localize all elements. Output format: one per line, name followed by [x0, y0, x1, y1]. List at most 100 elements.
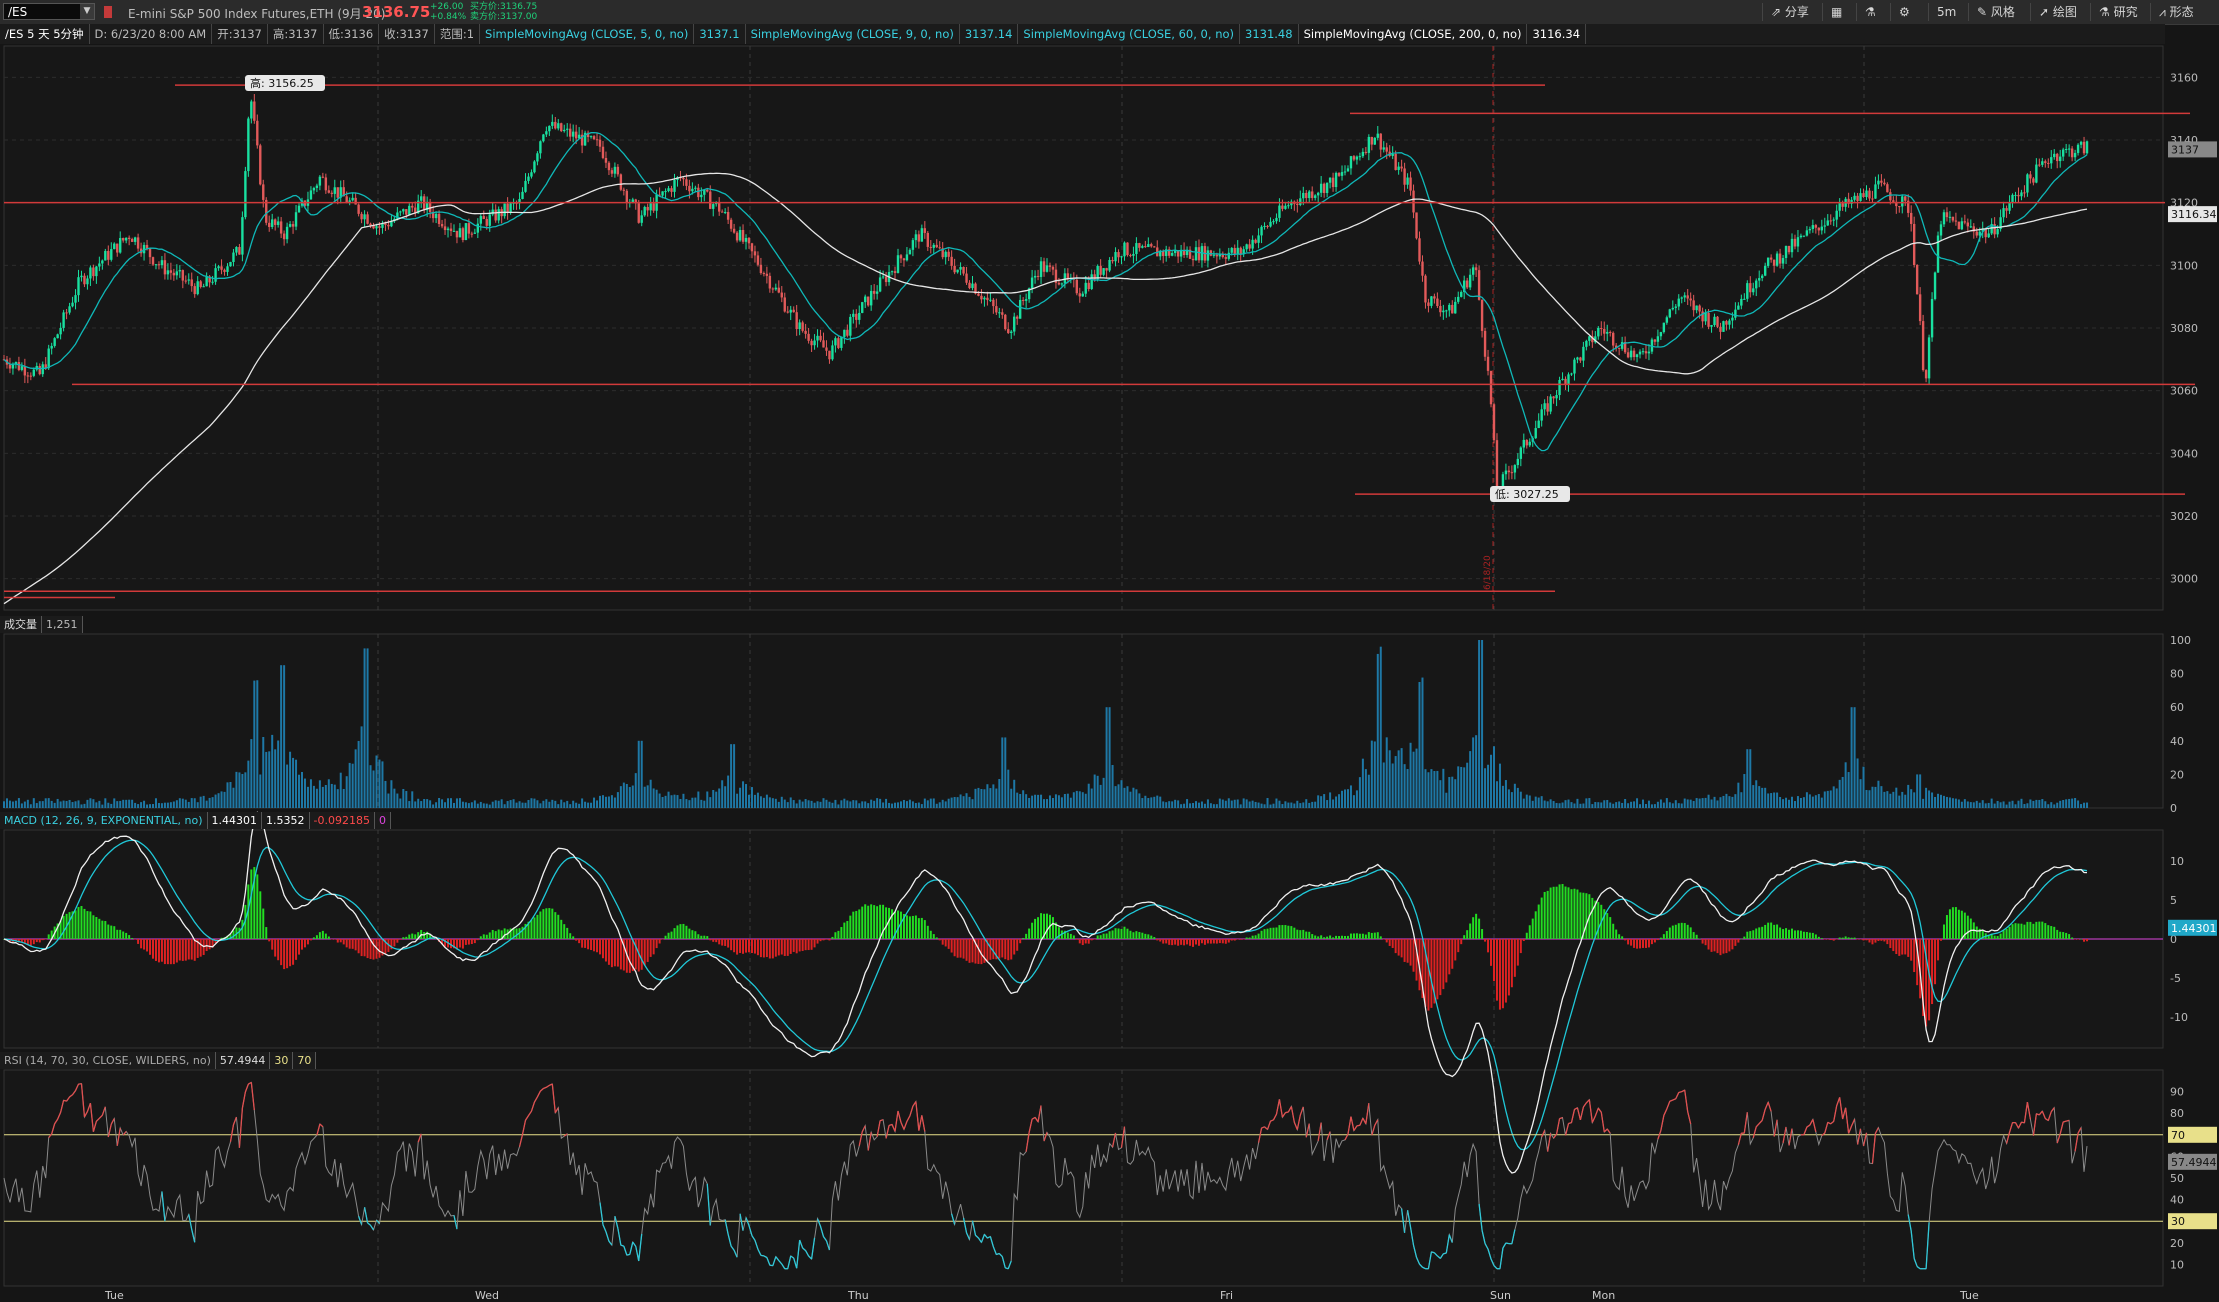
macd-histogram-bar [1469, 923, 1472, 939]
macd-histogram-bar [113, 926, 116, 939]
rsi-tick-label: 90 [2170, 1086, 2184, 1099]
volume-bar [512, 799, 515, 808]
candle-body [1528, 441, 1531, 446]
volume-bar [1525, 794, 1528, 808]
volume-bar [253, 680, 256, 808]
macd-histogram-bar [2068, 934, 2071, 939]
candle-body [810, 340, 813, 346]
candle-body [1266, 225, 1269, 227]
candle-body [1728, 320, 1731, 325]
candle-body [1677, 298, 1680, 307]
candle-body [744, 237, 748, 242]
candle-body [375, 226, 378, 229]
candle-body [1859, 193, 1862, 201]
macd-histogram-bar [1871, 939, 1874, 945]
macd-histogram-bar [1203, 939, 1206, 945]
volume-tick-label: 60 [2170, 701, 2184, 714]
macd-histogram-bar [1534, 911, 1537, 939]
volume-bar [1081, 792, 1084, 808]
candle-body [1710, 325, 1713, 327]
macd-histogram-bar [405, 936, 408, 939]
macd-histogram-bar [1326, 936, 1329, 939]
volume-bar [1558, 803, 1561, 808]
candle-body [1081, 293, 1084, 297]
volume-bar [56, 798, 59, 808]
rsi-extreme-segment [620, 1244, 625, 1247]
candle-body [616, 166, 620, 175]
candle-body [723, 212, 727, 214]
volume-bar [1192, 802, 1195, 808]
macd-histogram-bar [1773, 924, 1776, 939]
macd-histogram-bar [193, 939, 196, 961]
volume-bar [1412, 751, 1415, 808]
macd-histogram-bar [89, 911, 92, 939]
volume-bar [902, 799, 905, 808]
volume-bar [771, 798, 774, 808]
macd-histogram-bar [1001, 939, 1004, 958]
macd-histogram-bar [354, 939, 357, 951]
candle-body [1316, 192, 1320, 196]
candle-body [527, 176, 530, 181]
volume-bar [1609, 802, 1612, 808]
macd-histogram-bar [1081, 939, 1084, 946]
volume-bar [1969, 802, 1972, 808]
chart-canvas[interactable]: 316031403120310030803060304030203000高: 3… [0, 0, 2219, 1302]
macd-study-label[interactable]: MACD (12, 26, 9, EXPONENTIAL, no) 1.44301… [0, 812, 391, 829]
volume-bar [134, 802, 137, 808]
candle-body [1871, 198, 1874, 200]
volume-bar [214, 794, 217, 808]
volume-bar [1570, 802, 1573, 808]
volume-bar [1948, 797, 1951, 808]
rsi-study-label[interactable]: RSI (14, 70, 30, CLOSE, WILDERS, no) 57.4… [0, 1052, 317, 1069]
volume-bar [1087, 783, 1090, 808]
volume-bar [101, 804, 104, 808]
macd-histogram-bar [1993, 935, 1996, 939]
volume-bar [810, 800, 813, 808]
macd-histogram-bar [551, 908, 554, 939]
candle-body [1874, 184, 1877, 199]
volume-bar [1981, 800, 1984, 808]
volume-bar [703, 800, 706, 808]
macd-histogram-bar [414, 934, 417, 939]
macd-histogram-bar [1278, 925, 1281, 939]
volume-bar [1138, 793, 1141, 808]
candle-body [1030, 277, 1034, 289]
macd-histogram-bar [1716, 939, 1719, 954]
volume-bar [1344, 789, 1346, 808]
macd-histogram-bar [965, 939, 968, 961]
macd-histogram-bar [1755, 928, 1758, 939]
volume-bar [1481, 640, 1484, 808]
candle-body [1769, 257, 1773, 260]
volume-bar [1659, 799, 1662, 808]
volume-bar [378, 759, 381, 808]
volume-bar [1606, 799, 1609, 808]
macd-histogram-bar [29, 939, 32, 946]
candle-body [199, 281, 202, 287]
volume-bar [1552, 801, 1555, 808]
macd-histogram-bar [1028, 928, 1031, 939]
volume-bar [1832, 786, 1835, 808]
macd-histogram-bar [2041, 921, 2044, 939]
candle-body [1436, 298, 1439, 307]
volume-bar [1197, 802, 1200, 808]
volume-tick-label: 40 [2170, 735, 2184, 748]
volume-bar [1710, 799, 1713, 808]
macd-histogram-bar [1323, 937, 1326, 939]
candle-body [1570, 373, 1573, 375]
macd-histogram-bar [1555, 886, 1558, 939]
macd-histogram-bar [1403, 939, 1406, 962]
volume-bar [718, 788, 721, 808]
volume-bar [1740, 792, 1743, 808]
candle-body [980, 295, 983, 300]
volume-bar [619, 786, 622, 808]
volume-bar [455, 798, 458, 808]
volume-bar [899, 801, 902, 808]
macd-histogram-bar [1093, 939, 1096, 940]
volume-study-label[interactable]: 成交量 1,251 [0, 616, 83, 633]
volume-bar [357, 740, 360, 808]
volume-bar [518, 801, 521, 808]
macd-histogram-bar [1186, 939, 1189, 945]
volume-bar [977, 787, 980, 808]
volume-bar [1576, 798, 1579, 808]
macd-histogram-bar [1168, 939, 1171, 945]
